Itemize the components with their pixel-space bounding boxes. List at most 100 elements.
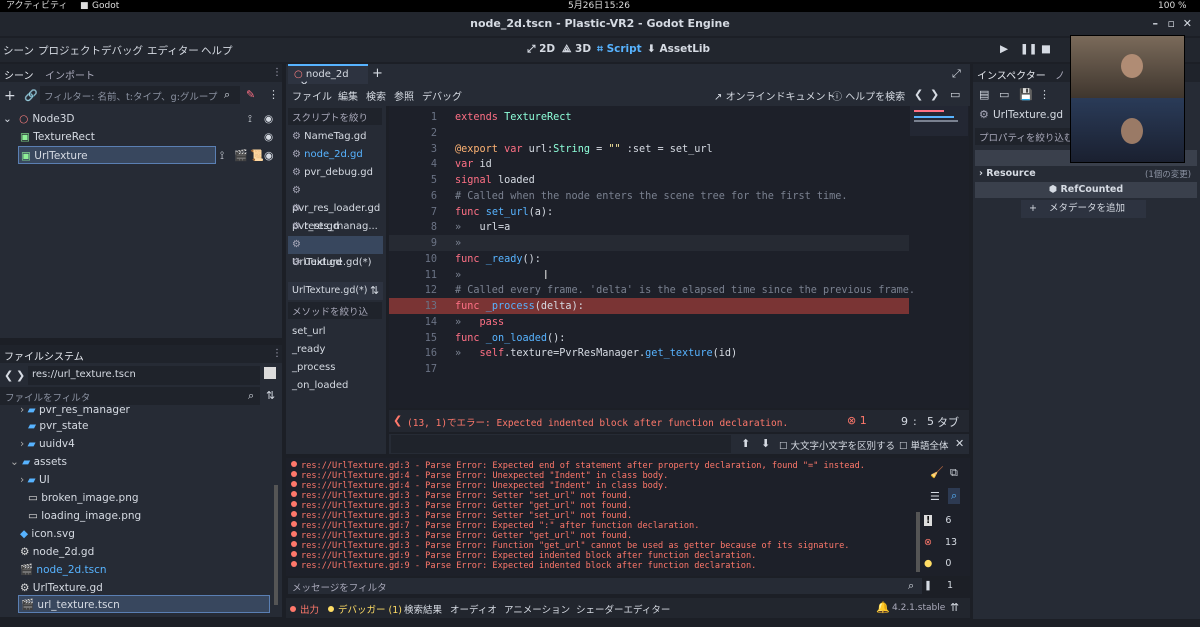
message-filter-input[interactable]: メッセージをフィルタ (288, 578, 922, 594)
menu-search[interactable]: 検索 (366, 88, 386, 103)
clear-output-icon[interactable]: 🧹 (930, 466, 944, 479)
minimize-icon[interactable]: – (1153, 12, 1159, 36)
error-count-button[interactable]: ⊗ 1 (847, 414, 867, 427)
signal-icon[interactable]: ⟟ (248, 110, 252, 128)
split-view-icon[interactable] (264, 367, 276, 379)
tree-texturerect[interactable]: ▣ TextureRect ◉ (0, 128, 275, 146)
help-search-button[interactable]: ⓘ ヘルプを検索 (832, 88, 905, 103)
code-line[interactable]: 9» (389, 236, 909, 252)
new-resource-icon[interactable]: ▤ (979, 88, 989, 101)
search-toggle-icon[interactable]: ⌕ (948, 488, 961, 504)
menu-help[interactable]: ヘルプ (201, 43, 233, 58)
script-item[interactable]: ⚙ test.gd (288, 218, 383, 236)
tree-urltexture[interactable]: ▣ UrlTexture (18, 146, 216, 164)
file-item[interactable]: ◆ icon.svg (0, 525, 275, 543)
tab-shader-editor[interactable]: シェーダーエディター (576, 602, 670, 616)
menu-project[interactable]: プロジェクト (38, 43, 101, 58)
file-item[interactable]: ▭ broken_image.png (0, 489, 275, 507)
code-line[interactable]: 17 (389, 362, 909, 378)
menu-file[interactable]: ファイル (292, 88, 332, 103)
tree-node3d[interactable]: ⌄ ○ Node3D ⟟ ◉ (0, 110, 275, 128)
script-attach-icon[interactable]: ✎ (246, 88, 255, 101)
code-line[interactable]: 14 » pass (389, 315, 909, 331)
script-item[interactable]: ⚙ pvr_res_loader.gd (288, 182, 383, 214)
file-item[interactable]: ▭ loading_image.png (0, 507, 275, 525)
file-item[interactable]: ▰ pvr_state (0, 417, 275, 435)
tab-node2d[interactable]: ○ node_2d ✕ (288, 64, 368, 91)
find-input[interactable] (391, 435, 731, 453)
visibility-icon[interactable]: ◉ (264, 149, 274, 162)
code-line[interactable]: 11 » (389, 268, 909, 284)
dock-menu-icon[interactable]: ⋮ (272, 67, 282, 78)
file-item[interactable]: › ▰ uuidv4 (0, 435, 275, 453)
save-icon[interactable]: 💾 (1019, 88, 1033, 101)
code-line[interactable]: 5 signal loaded (389, 173, 909, 189)
path-field[interactable]: res://url_texture.tscn (28, 366, 260, 385)
tab-scene[interactable]: シーン (4, 67, 34, 82)
file-item[interactable]: › ▰ UI (0, 471, 275, 489)
code-line[interactable]: 1 extends TextureRect (389, 110, 909, 126)
next-script-icon[interactable]: ❯ (930, 88, 939, 101)
panel-expand-icon[interactable]: ⇈ (950, 601, 959, 614)
dock-menu-icon[interactable]: ⋮ (1039, 88, 1050, 101)
method-item[interactable]: _process (288, 359, 383, 377)
prev-script-icon[interactable]: ❮ (914, 88, 923, 101)
script-filter-input[interactable]: スクリプトを絞り (288, 108, 382, 125)
tab-filesystem[interactable]: ファイルシステム (4, 348, 84, 363)
script-item[interactable]: ⚙ node_2d.gd (288, 146, 383, 164)
online-docs-button[interactable]: ↗ オンラインドキュメント (714, 88, 836, 103)
file-item[interactable]: ⚙ node_2d.gd (0, 543, 275, 561)
maximize-icon[interactable]: ▫ (1168, 12, 1175, 36)
close-icon[interactable]: ✕ (1183, 12, 1192, 36)
menu-debug[interactable]: デバッグ (101, 43, 143, 58)
script-item[interactable]: ⚙ pvr_res_manag... (288, 200, 383, 232)
filter-icon[interactable]: ☰ (930, 490, 940, 503)
method-filter-input[interactable]: メソッドを絞り込 (288, 302, 382, 319)
code-line[interactable]: 10 func _ready(): (389, 252, 909, 268)
file-item-selected[interactable]: 🎬 url_texture.tscn (18, 595, 270, 613)
back-icon[interactable]: ❮ (4, 369, 13, 382)
code-line[interactable]: 3 @export var url:String = "" :set = set_… (389, 142, 909, 158)
workspace-assetlib[interactable]: ⬇ AssetLib (647, 43, 710, 55)
file-item[interactable]: 🎬 node_2d.tscn (0, 561, 275, 579)
sort-icon[interactable]: ⇅ (370, 284, 379, 297)
play-icon[interactable]: ▶ (1000, 43, 1008, 55)
script-item[interactable]: ⚙ uuid.gd (288, 254, 383, 272)
activities-button[interactable]: アクティビティ (6, 0, 67, 12)
method-item[interactable]: _ready (288, 341, 383, 359)
warning-count-badge[interactable]: ● 0 (924, 555, 964, 573)
method-item[interactable]: set_url (288, 323, 383, 341)
collapse-icon[interactable]: ❮ (393, 414, 402, 427)
script-item[interactable]: ⚙ pvr_debug.gd (288, 164, 383, 182)
tab-debugger[interactable]: デバッガー (1) (328, 602, 402, 616)
fullscreen-icon[interactable]: ⤢ (952, 67, 961, 81)
open-icon[interactable]: ▭ (999, 88, 1009, 101)
signal-icon[interactable]: ⟟ (220, 149, 224, 163)
error-message[interactable]: (13, 1)でエラー: Expected indented block aft… (407, 415, 788, 429)
panel-toggle-icon[interactable]: ▭ (950, 88, 960, 101)
code-line[interactable]: 7 func set_url(a): (389, 205, 909, 221)
menu-editor[interactable]: エディター (147, 43, 199, 58)
code-line[interactable]: 13 func _process(delta): (389, 299, 909, 315)
message-count-badge[interactable]: ! 6 (924, 512, 964, 530)
workspace-script[interactable]: ⌗ Script (597, 43, 642, 56)
file-filter-input[interactable]: ファイルをフィルタ (0, 387, 260, 405)
menu-debug-script[interactable]: デバッグ (422, 88, 462, 103)
menu-edit[interactable]: 編集 (338, 88, 358, 103)
scrollbar[interactable] (916, 512, 920, 572)
copy-icon[interactable]: ⧉ (950, 466, 958, 480)
find-next-icon[interactable]: ⬇ (761, 437, 770, 450)
pause-icon[interactable]: ❚❚ (1020, 43, 1038, 55)
forward-icon[interactable]: ❯ (16, 369, 25, 382)
more-icon[interactable]: ⋮ (268, 88, 279, 101)
find-prev-icon[interactable]: ⬆ (741, 437, 750, 450)
menu-goto[interactable]: 参照 (394, 88, 414, 103)
sort-icon[interactable]: ⇅ (266, 389, 275, 402)
method-item[interactable]: _on_loaded (288, 377, 383, 395)
script-icon[interactable]: 📜 (250, 149, 264, 162)
close-icon[interactable]: ✕ (955, 437, 964, 450)
code-line[interactable]: 15 func _on_loaded(): (389, 331, 909, 347)
code-line[interactable]: 2 (389, 126, 909, 142)
visibility-icon[interactable]: ◉ (264, 128, 273, 146)
other-count-badge[interactable]: ❚ 1 (924, 577, 964, 595)
